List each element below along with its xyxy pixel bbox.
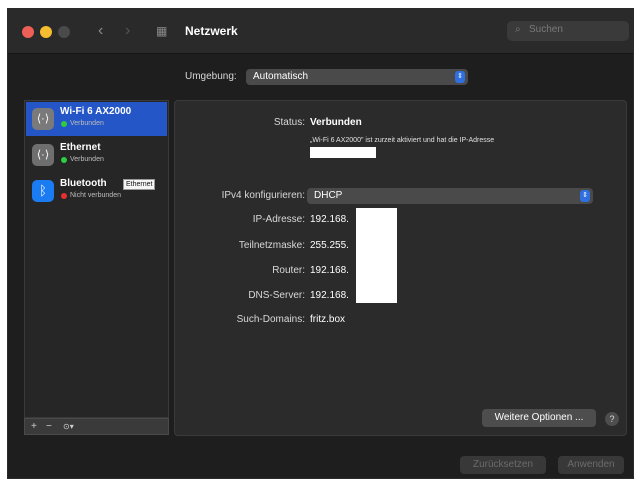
service-status: Nicht verbunden <box>70 192 121 199</box>
zoom-window-button[interactable] <box>58 26 70 38</box>
service-name: Ethernet <box>60 142 101 153</box>
redacted-ip-box <box>310 147 376 158</box>
dns-server-label: DNS-Server: <box>248 290 305 301</box>
apply-button[interactable]: Anwenden <box>558 456 624 474</box>
grid-view-icon[interactable]: ▦ <box>156 23 167 39</box>
status-label: Status: <box>273 117 305 128</box>
router-label: Router: <box>272 265 305 276</box>
service-list-toolbar: + − ⊙▾ <box>24 418 169 435</box>
close-window-button[interactable] <box>22 26 34 38</box>
service-item-ethernet[interactable]: ⟨·⟩ Ethernet Verbunden <box>26 138 167 172</box>
subnet-mask-value: 255.255. <box>310 240 349 251</box>
location-value: Automatisch <box>253 71 309 82</box>
status-description: „Wi-Fi 6 AX2000" ist zurzeit aktiviert u… <box>310 137 495 144</box>
service-name: Wi-Fi 6 AX2000 <box>60 106 132 117</box>
select-arrows-icon: ⇕ <box>455 71 465 83</box>
network-preferences-window: ‹ › ▦ Netzwerk ⌕ Suchen Umgebung: Automa… <box>7 8 634 479</box>
service-name: Bluetooth <box>60 178 107 189</box>
status-dot-green <box>61 157 67 163</box>
ip-address-value: 192.168. <box>310 214 349 225</box>
minimize-window-button[interactable] <box>40 26 52 38</box>
back-arrow-icon[interactable]: ‹ <box>98 23 103 39</box>
redacted-values-box <box>356 208 397 303</box>
search-placeholder: Suchen <box>529 24 563 35</box>
search-domains-value: fritz.box <box>310 314 346 325</box>
ethernet-icon: ⟨·⟩ <box>32 144 54 166</box>
service-status: Verbunden <box>70 120 104 127</box>
help-button[interactable]: ? <box>605 412 619 426</box>
revert-button[interactable]: Zurücksetzen <box>460 456 546 474</box>
router-value: 192.168. <box>310 265 349 276</box>
select-arrows-icon: ⇕ <box>580 190 590 202</box>
remove-service-button[interactable]: − <box>46 420 52 433</box>
subnet-mask-label: Teilnetzmaske: <box>238 240 305 251</box>
action-menu-button[interactable]: ⊙▾ <box>63 420 74 433</box>
search-field[interactable]: ⌕ Suchen <box>507 21 629 41</box>
search-icon: ⌕ <box>515 24 521 35</box>
title-bar: ‹ › ▦ Netzwerk ⌕ Suchen <box>8 9 633 54</box>
status-value: Verbunden <box>310 117 362 128</box>
location-label: Umgebung: <box>185 71 237 82</box>
bluetooth-icon: ᛒ <box>32 180 54 202</box>
dns-server-value: 192.168. <box>310 290 349 301</box>
status-dot-red <box>61 193 67 199</box>
ip-address-label: IP-Adresse: <box>252 214 305 225</box>
advanced-options-button[interactable]: Weitere Optionen ... <box>482 409 596 427</box>
ipv4-config-label: IPv4 konfigurieren: <box>221 190 305 201</box>
ipv4-config-select[interactable]: DHCP ⇕ <box>307 188 593 204</box>
service-item-wifi[interactable]: ⟨·⟩ Wi-Fi 6 AX2000 Verbunden <box>26 102 167 136</box>
location-select[interactable]: Automatisch ⇕ <box>246 69 468 85</box>
service-list: ⟨·⟩ Wi-Fi 6 AX2000 Verbunden ⟨·⟩ Etherne… <box>24 100 169 418</box>
service-status: Verbunden <box>70 156 104 163</box>
wifi-adapter-icon: ⟨·⟩ <box>32 108 54 130</box>
ipv4-config-value: DHCP <box>314 190 343 201</box>
search-domains-label: Such-Domains: <box>236 314 305 325</box>
forward-arrow-icon[interactable]: › <box>125 23 130 39</box>
add-service-button[interactable]: + <box>31 420 37 433</box>
tooltip: Ethernet <box>123 179 156 190</box>
window-title: Netzwerk <box>185 24 238 38</box>
status-dot-green <box>61 121 67 127</box>
